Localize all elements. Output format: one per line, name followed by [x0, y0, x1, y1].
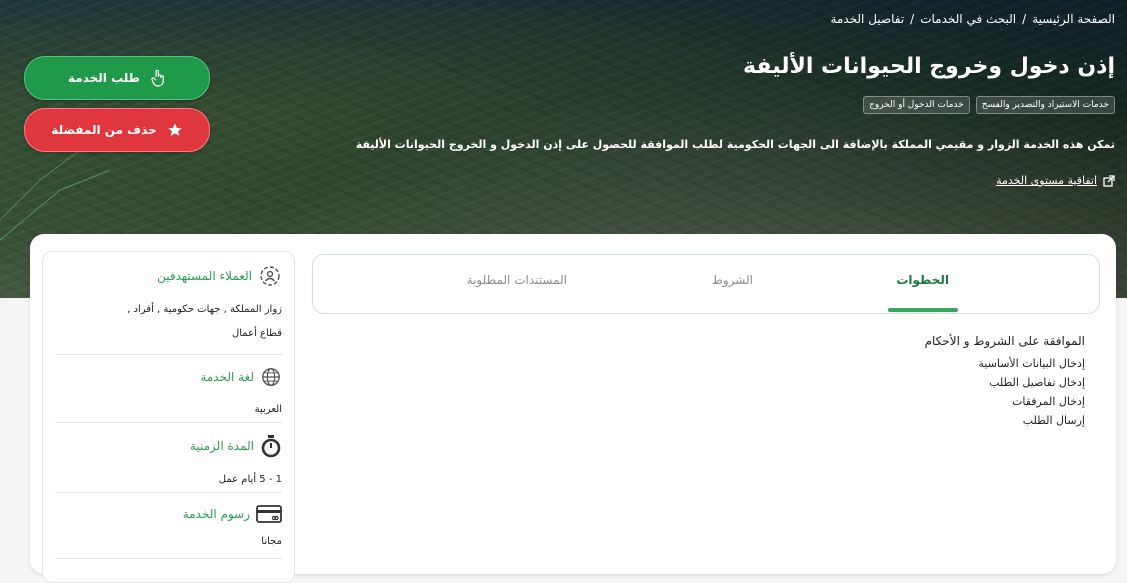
hand-pointer-icon: [151, 69, 164, 87]
service-info-sidebar: العملاء المستهدفين زوار المملكة , جهات ح…: [42, 251, 295, 583]
fees-section: رسوم الخدمة مجانا: [55, 504, 282, 550]
breadcrumb-home[interactable]: الصفحة الرئيسية: [1032, 12, 1115, 26]
breadcrumb-search[interactable]: البحث في الخدمات: [920, 12, 1016, 26]
language-section: لغة الخدمة العربية: [55, 366, 282, 422]
duration-header: المدة الزمنية: [55, 434, 282, 458]
fees-header: رسوم الخدمة: [55, 504, 282, 524]
star-icon: [168, 123, 182, 136]
step-item: إدخال البيانات الأساسية: [978, 357, 1085, 370]
audience-line1: زوار المملكة , جهات حكومية , أفراد ,: [127, 304, 282, 315]
divider: [55, 354, 282, 355]
breadcrumb-separator: /: [1022, 12, 1027, 26]
audience-title: العملاء المستهدفين: [157, 269, 252, 283]
sla-link[interactable]: اتفاقية مستوى الخدمة: [996, 174, 1115, 187]
steps-heading: الموافقة على الشروط و الأحكام: [924, 334, 1085, 348]
divider: [55, 422, 282, 423]
fees-value: مجانا: [261, 536, 282, 547]
language-value: العربية: [254, 404, 282, 415]
breadcrumb-separator: /: [910, 12, 915, 26]
fees-title: رسوم الخدمة: [182, 507, 250, 521]
breadcrumb: الصفحة الرئيسية / البحث في الخدمات / تفاصيل …: [830, 12, 1115, 26]
tab-conditions[interactable]: الشروط: [712, 273, 753, 287]
audience-section: العملاء المستهدفين زوار المملكة , جهات ح…: [55, 264, 282, 346]
step-item: إدخال تفاصيل الطلب: [989, 376, 1085, 389]
duration-value: 1 - 5 أيام عمل: [218, 474, 282, 485]
divider: [55, 558, 282, 559]
audience-header: العملاء المستهدفين: [55, 264, 282, 288]
service-description: تمكن هذه الخدمة الزوار و مقيمي المملكة ب…: [355, 138, 1115, 151]
remove-favorite-button[interactable]: حذف من المفضلة: [24, 108, 210, 152]
duration-title: المدة الزمنية: [189, 439, 254, 453]
target-audience-icon: [260, 266, 280, 286]
external-link-icon: [1103, 174, 1115, 187]
request-service-button[interactable]: طلب الخدمة: [24, 56, 210, 100]
divider: [55, 492, 282, 493]
language-title: لغة الخدمة: [200, 370, 254, 384]
stopwatch-icon: [261, 435, 281, 458]
language-header: لغة الخدمة: [55, 366, 282, 388]
request-service-label: طلب الخدمة: [68, 71, 140, 85]
step-item: إرسال الطلب: [1022, 414, 1085, 427]
tab-documents[interactable]: المستندات المطلوبة: [467, 273, 567, 287]
service-tags: خدمات الاستيراد والتصدير والفسح خدمات ال…: [863, 96, 1115, 114]
tag-entry-exit[interactable]: خدمات الدخول أو الخروج: [863, 96, 970, 114]
globe-icon: [262, 368, 280, 386]
audience-line2: قطاع أعمال: [231, 328, 282, 339]
sla-link-label: اتفاقية مستوى الخدمة: [996, 174, 1097, 187]
remove-favorite-label: حذف من المفضلة: [51, 123, 157, 137]
breadcrumb-current: تفاصيل الخدمة: [830, 12, 905, 26]
tag-import-export[interactable]: خدمات الاستيراد والتصدير والفسح: [975, 96, 1115, 114]
credit-card-icon: [256, 505, 282, 523]
tab-bar: الخطوات الشروط المستندات المطلوبة: [312, 254, 1100, 314]
step-item: إدخال المرفقات: [1012, 395, 1085, 408]
steps-panel: الموافقة على الشروط و الأحكام إدخال البي…: [925, 334, 1085, 430]
tab-steps[interactable]: الخطوات: [896, 273, 949, 287]
tab-active-indicator: [888, 308, 958, 312]
duration-section: المدة الزمنية 1 - 5 أيام عمل: [55, 434, 282, 492]
audience-value: زوار المملكة , جهات حكومية , أفراد , قطا…: [55, 298, 282, 346]
page-title: إذن دخول وخروج الحيوانات الأليفة: [743, 54, 1115, 79]
